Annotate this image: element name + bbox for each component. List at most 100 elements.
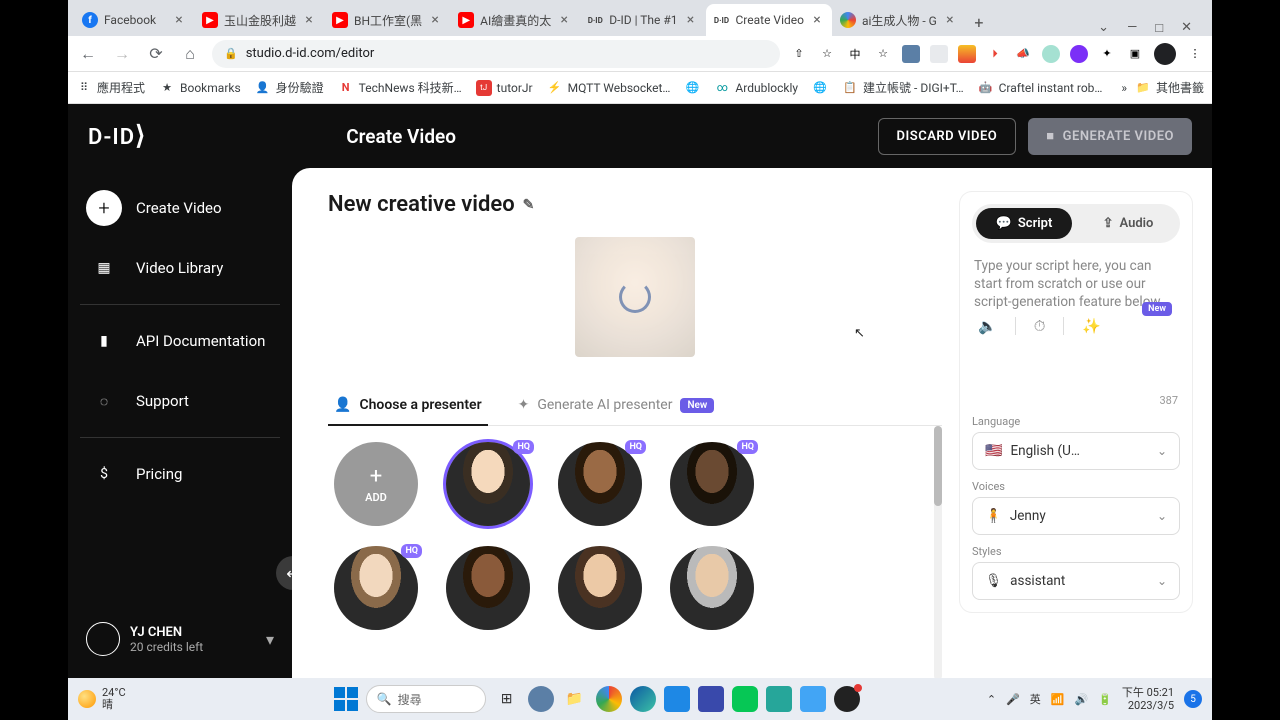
home-button[interactable]: ⌂: [178, 42, 202, 66]
generate-video-button[interactable]: ■ GENERATE VIDEO: [1028, 118, 1192, 155]
bookmark-item[interactable]: tJtutorJr: [476, 80, 533, 96]
ext-icon[interactable]: [1070, 45, 1088, 63]
presenter-avatar[interactable]: [670, 546, 754, 630]
sidebar-item-video-library[interactable]: ▦ Video Library: [68, 238, 292, 298]
chevron-up-icon[interactable]: ⌃: [987, 693, 996, 706]
magic-icon[interactable]: ✨: [1082, 316, 1101, 336]
taskbar-app-icon[interactable]: [528, 686, 554, 712]
edge-icon[interactable]: [630, 686, 656, 712]
taskbar-app-icon[interactable]: [766, 686, 792, 712]
script-textarea[interactable]: Type your script here, you can start fro…: [972, 253, 1180, 405]
mic-icon[interactable]: 🎤: [1006, 693, 1020, 706]
new-tab-button[interactable]: +: [965, 8, 993, 36]
weather-widget[interactable]: 24°C 晴: [78, 687, 126, 711]
sidebar-user[interactable]: ↩ YJ CHEN 20 credits left ▾: [68, 608, 292, 670]
ext-icon[interactable]: [902, 45, 920, 63]
language-dropdown[interactable]: 🇺🇸 English (U… ⌄: [972, 432, 1180, 470]
browser-tab[interactable]: ▶ AI繪畫真的太 ×: [450, 4, 579, 36]
taskbar-app-icon[interactable]: [800, 686, 826, 712]
close-window-icon[interactable]: ✕: [1181, 20, 1192, 36]
ext-icon[interactable]: 📣: [1014, 45, 1032, 63]
forward-button[interactable]: →: [110, 42, 134, 66]
line-icon[interactable]: [732, 686, 758, 712]
voices-dropdown[interactable]: 🧍 Jenny ⌄: [972, 497, 1180, 535]
start-button[interactable]: [334, 687, 358, 711]
explorer-icon[interactable]: 📁: [562, 686, 588, 712]
tab-audio[interactable]: ⇪Audio: [1080, 208, 1176, 239]
presenter-avatar[interactable]: HQ: [670, 442, 754, 526]
close-icon[interactable]: ×: [557, 13, 571, 27]
maximize-icon[interactable]: □: [1155, 20, 1163, 36]
bookmark-item[interactable]: 📋建立帳號 - DIGI+T…: [842, 79, 964, 96]
browser-tab-active[interactable]: D·ID Create Video ×: [706, 4, 832, 36]
sidebar-item-pricing[interactable]: $ Pricing: [68, 444, 292, 504]
close-icon[interactable]: ×: [428, 13, 442, 27]
presenter-avatar[interactable]: [446, 546, 530, 630]
ext-icon[interactable]: [958, 45, 976, 63]
ime-icon[interactable]: 英: [1030, 691, 1041, 707]
presenter-avatar[interactable]: HQ: [446, 442, 530, 526]
bookmark-item[interactable]: ∞Ardublockly: [714, 80, 798, 96]
back-button[interactable]: ←: [76, 42, 100, 66]
tab-script[interactable]: 💬Script: [976, 208, 1072, 239]
browser-tab[interactable]: f Facebook ×: [74, 4, 194, 36]
close-icon[interactable]: ×: [943, 13, 957, 27]
did-logo[interactable]: D-ID⟩: [88, 121, 146, 151]
presenter-avatar[interactable]: HQ: [334, 546, 418, 630]
close-icon[interactable]: ×: [302, 13, 316, 27]
presenter-avatar[interactable]: HQ: [558, 442, 642, 526]
bookmark-item[interactable]: 🌐: [684, 80, 700, 96]
close-icon[interactable]: ×: [684, 13, 698, 27]
bookmark-item[interactable]: ⚡MQTT Websocket…: [547, 80, 671, 96]
wifi-icon[interactable]: 📶: [1051, 693, 1065, 706]
profile-avatar[interactable]: [1154, 43, 1176, 65]
sidebar-item-create-video[interactable]: + Create Video: [68, 178, 292, 238]
clock[interactable]: 下午 05:21 2023/3/5: [1122, 686, 1174, 712]
browser-tab[interactable]: ▶ 玉山金股利越 ×: [194, 4, 324, 36]
presenter-avatar[interactable]: [558, 546, 642, 630]
taskbar-app-icon[interactable]: [698, 686, 724, 712]
close-icon[interactable]: ×: [810, 13, 824, 27]
presenter-scrollbar[interactable]: [934, 426, 942, 680]
taskbar-app-icon[interactable]: [664, 686, 690, 712]
volume-icon[interactable]: 🔊: [1074, 693, 1088, 706]
bookmark-item[interactable]: NTechNews 科技新…: [338, 79, 462, 96]
chevron-down-icon[interactable]: ⌄: [1098, 20, 1109, 36]
share-icon[interactable]: ⇧: [790, 45, 808, 63]
url-input[interactable]: 🔒 studio.d-id.com/editor: [212, 40, 780, 68]
minimize-icon[interactable]: —: [1127, 20, 1137, 36]
bookmarks-overflow[interactable]: »: [1121, 81, 1127, 95]
pencil-icon[interactable]: ✎: [523, 197, 535, 213]
speaker-icon[interactable]: 🔈: [978, 316, 997, 336]
battery-icon[interactable]: 🔋: [1098, 693, 1112, 706]
taskbar-search[interactable]: 🔍搜尋: [366, 685, 486, 713]
bookmark-item[interactable]: 🤖Craftel instant rob…: [978, 80, 1103, 96]
clock-icon[interactable]: ⏱: [1034, 316, 1046, 336]
discard-video-button[interactable]: DISCARD VIDEO: [878, 118, 1017, 155]
extensions-icon[interactable]: ✦: [1098, 45, 1116, 63]
sidepanel-icon[interactable]: ▣: [1126, 45, 1144, 63]
menu-icon[interactable]: ⋮: [1186, 45, 1204, 63]
translate-icon[interactable]: 中: [846, 45, 864, 63]
bookmark-star-icon[interactable]: ☆: [874, 45, 892, 63]
bookmark-item[interactable]: 🌐: [812, 80, 828, 96]
ext-icon[interactable]: [930, 45, 948, 63]
video-title[interactable]: New creative video ✎: [328, 192, 942, 217]
add-presenter-button[interactable]: + ADD: [334, 442, 418, 526]
tab-generate-ai-presenter[interactable]: ✦ Generate AI presenter New: [512, 387, 721, 425]
close-icon[interactable]: ×: [172, 13, 186, 27]
ext-icon[interactable]: [1042, 45, 1060, 63]
notification-badge[interactable]: 5: [1184, 690, 1202, 708]
obs-icon[interactable]: [834, 686, 860, 712]
browser-tab[interactable]: D·ID D-ID | The #1 ×: [579, 4, 705, 36]
reload-button[interactable]: ⟳: [144, 42, 168, 66]
sidebar-item-support[interactable]: ◌ Support: [68, 371, 292, 431]
ext-icon[interactable]: ⏵: [986, 45, 1004, 63]
bookmark-item[interactable]: ★Bookmarks: [159, 80, 241, 96]
task-view-icon[interactable]: ⊞: [494, 686, 520, 712]
bookmark-item[interactable]: 👤身份驗證: [255, 79, 324, 96]
star-icon[interactable]: ☆: [818, 45, 836, 63]
tab-choose-presenter[interactable]: 👤 Choose a presenter: [328, 387, 488, 425]
other-bookmarks[interactable]: 📁其他書籤: [1135, 79, 1204, 96]
browser-tab[interactable]: ai生成人物 - G ×: [832, 4, 965, 36]
